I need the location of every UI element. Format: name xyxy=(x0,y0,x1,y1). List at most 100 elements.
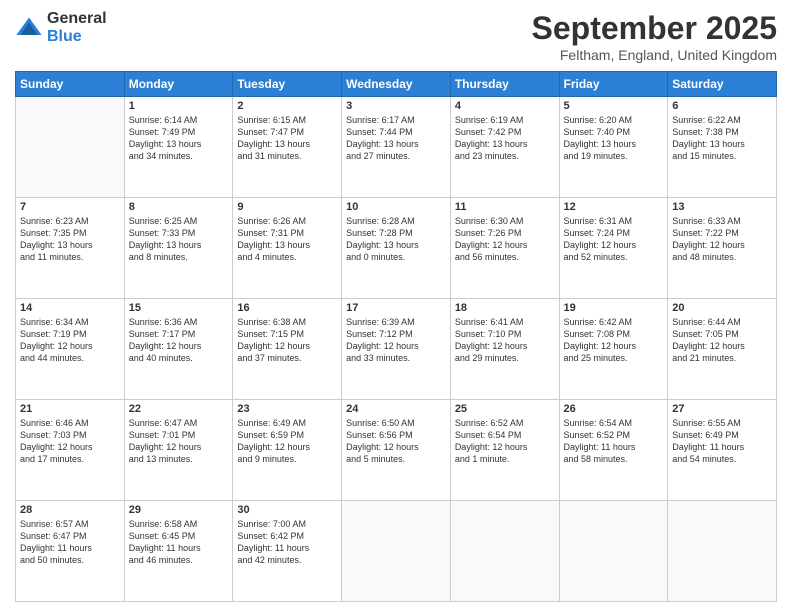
day-info: Sunrise: 6:15 AM Sunset: 7:47 PM Dayligh… xyxy=(237,114,337,163)
day-info: Sunrise: 6:28 AM Sunset: 7:28 PM Dayligh… xyxy=(346,215,446,264)
day-number: 30 xyxy=(237,504,337,516)
title-block: September 2025 Feltham, England, United … xyxy=(532,10,777,63)
day-info: Sunrise: 6:34 AM Sunset: 7:19 PM Dayligh… xyxy=(20,316,120,365)
day-info: Sunrise: 6:50 AM Sunset: 6:56 PM Dayligh… xyxy=(346,417,446,466)
day-number: 22 xyxy=(129,403,229,415)
table-row: 7Sunrise: 6:23 AM Sunset: 7:35 PM Daylig… xyxy=(16,198,125,299)
table-row: 21 Sunrise: 6:46 AM Sunset: 7:03 PM Dayli… xyxy=(16,400,125,501)
day-number: 17 xyxy=(346,302,446,314)
calendar-week-row: 7Sunrise: 6:23 AM Sunset: 7:35 PM Daylig… xyxy=(16,198,777,299)
calendar-week-row: 14 Sunrise: 6:34 AM Sunset: 7:19 PM Dayli… xyxy=(16,299,777,400)
day-number: 12 xyxy=(564,201,664,213)
day-info: Sunrise: 6:49 AM Sunset: 6:59 PM Dayligh… xyxy=(237,417,337,466)
day-info: Sunrise: 6:47 AM Sunset: 7:01 PM Dayligh… xyxy=(129,417,229,466)
day-number: 23 xyxy=(237,403,337,415)
day-number: 20 xyxy=(672,302,772,314)
day-number: 7 xyxy=(20,201,120,213)
logo-general: General xyxy=(47,10,107,28)
day-info: Sunrise: 6:54 AM Sunset: 6:52 PM Dayligh… xyxy=(564,417,664,466)
day-info: Sunrise: 6:31 AM Sunset: 7:24 PM Dayligh… xyxy=(564,215,664,264)
table-row: 28Sunrise: 6:57 AM Sunset: 6:47 PM Dayli… xyxy=(16,501,125,602)
table-row xyxy=(16,97,125,198)
table-row xyxy=(450,501,559,602)
day-number: 25 xyxy=(455,403,555,415)
table-row: 16 Sunrise: 6:38 AM Sunset: 7:15 PM Dayli… xyxy=(233,299,342,400)
calendar-week-row: 21 Sunrise: 6:46 AM Sunset: 7:03 PM Dayli… xyxy=(16,400,777,501)
day-info: Sunrise: 6:41 AM Sunset: 7:10 PM Dayligh… xyxy=(455,316,555,365)
table-row: 22 Sunrise: 6:47 AM Sunset: 7:01 PM Dayli… xyxy=(124,400,233,501)
header-thursday: Thursday xyxy=(450,72,559,97)
header-monday: Monday xyxy=(124,72,233,97)
day-number: 8 xyxy=(129,201,229,213)
table-row: 30 Sunrise: 7:00 AM Sunset: 6:42 PM Dayli… xyxy=(233,501,342,602)
table-row xyxy=(559,501,668,602)
table-row: 24 Sunrise: 6:50 AM Sunset: 6:56 PM Dayli… xyxy=(342,400,451,501)
day-info: Sunrise: 6:19 AM Sunset: 7:42 PM Dayligh… xyxy=(455,114,555,163)
table-row: 8 Sunrise: 6:25 AM Sunset: 7:33 PM Daylig… xyxy=(124,198,233,299)
title-month: September 2025 xyxy=(532,10,777,47)
table-row: 26 Sunrise: 6:54 AM Sunset: 6:52 PM Dayli… xyxy=(559,400,668,501)
day-number: 5 xyxy=(564,100,664,112)
table-row: 15Sunrise: 6:36 AM Sunset: 7:17 PM Dayli… xyxy=(124,299,233,400)
day-number: 3 xyxy=(346,100,446,112)
table-row xyxy=(668,501,777,602)
day-number: 18 xyxy=(455,302,555,314)
calendar-week-row: 1 Sunrise: 6:14 AM Sunset: 7:49 PM Daylig… xyxy=(16,97,777,198)
table-row: 29Sunrise: 6:58 AM Sunset: 6:45 PM Dayli… xyxy=(124,501,233,602)
day-number: 1 xyxy=(129,100,229,112)
table-row xyxy=(342,501,451,602)
day-number: 10 xyxy=(346,201,446,213)
table-row: 23 Sunrise: 6:49 AM Sunset: 6:59 PM Dayli… xyxy=(233,400,342,501)
day-info: Sunrise: 6:33 AM Sunset: 7:22 PM Dayligh… xyxy=(672,215,772,264)
day-number: 19 xyxy=(564,302,664,314)
day-info: Sunrise: 6:17 AM Sunset: 7:44 PM Dayligh… xyxy=(346,114,446,163)
day-number: 2 xyxy=(237,100,337,112)
logo-text: General Blue xyxy=(47,10,107,45)
title-location: Feltham, England, United Kingdom xyxy=(532,47,777,63)
table-row: 18 Sunrise: 6:41 AM Sunset: 7:10 PM Dayli… xyxy=(450,299,559,400)
table-row: 3 Sunrise: 6:17 AM Sunset: 7:44 PM Daylig… xyxy=(342,97,451,198)
calendar-table: Sunday Monday Tuesday Wednesday Thursday… xyxy=(15,71,777,602)
day-number: 21 xyxy=(20,403,120,415)
day-info: Sunrise: 6:46 AM Sunset: 7:03 PM Dayligh… xyxy=(20,417,120,466)
day-info: Sunrise: 6:20 AM Sunset: 7:40 PM Dayligh… xyxy=(564,114,664,163)
day-info: Sunrise: 6:25 AM Sunset: 7:33 PM Dayligh… xyxy=(129,215,229,264)
table-row: 17Sunrise: 6:39 AM Sunset: 7:12 PM Dayli… xyxy=(342,299,451,400)
logo-blue: Blue xyxy=(47,28,107,46)
day-number: 29 xyxy=(129,504,229,516)
day-number: 16 xyxy=(237,302,337,314)
day-number: 11 xyxy=(455,201,555,213)
day-info: Sunrise: 6:22 AM Sunset: 7:38 PM Dayligh… xyxy=(672,114,772,163)
day-number: 27 xyxy=(672,403,772,415)
day-number: 9 xyxy=(237,201,337,213)
day-info: Sunrise: 6:55 AM Sunset: 6:49 PM Dayligh… xyxy=(672,417,772,466)
day-info: Sunrise: 6:14 AM Sunset: 7:49 PM Dayligh… xyxy=(129,114,229,163)
table-row: 2 Sunrise: 6:15 AM Sunset: 7:47 PM Daylig… xyxy=(233,97,342,198)
table-row: 1 Sunrise: 6:14 AM Sunset: 7:49 PM Daylig… xyxy=(124,97,233,198)
day-number: 26 xyxy=(564,403,664,415)
day-info: Sunrise: 6:52 AM Sunset: 6:54 PM Dayligh… xyxy=(455,417,555,466)
table-row: 11Sunrise: 6:30 AM Sunset: 7:26 PM Dayli… xyxy=(450,198,559,299)
logo: General Blue xyxy=(15,10,107,45)
day-info: Sunrise: 6:38 AM Sunset: 7:15 PM Dayligh… xyxy=(237,316,337,365)
day-number: 13 xyxy=(672,201,772,213)
table-row: 6 Sunrise: 6:22 AM Sunset: 7:38 PM Daylig… xyxy=(668,97,777,198)
header-sunday: Sunday xyxy=(16,72,125,97)
day-number: 24 xyxy=(346,403,446,415)
calendar-week-row: 28Sunrise: 6:57 AM Sunset: 6:47 PM Dayli… xyxy=(16,501,777,602)
day-number: 15 xyxy=(129,302,229,314)
day-number: 14 xyxy=(20,302,120,314)
table-row: 4Sunrise: 6:19 AM Sunset: 7:42 PM Daylig… xyxy=(450,97,559,198)
header-saturday: Saturday xyxy=(668,72,777,97)
table-row: 12 Sunrise: 6:31 AM Sunset: 7:24 PM Dayli… xyxy=(559,198,668,299)
table-row: 5 Sunrise: 6:20 AM Sunset: 7:40 PM Daylig… xyxy=(559,97,668,198)
day-number: 6 xyxy=(672,100,772,112)
table-row: 13 Sunrise: 6:33 AM Sunset: 7:22 PM Dayli… xyxy=(668,198,777,299)
table-row: 27 Sunrise: 6:55 AM Sunset: 6:49 PM Dayli… xyxy=(668,400,777,501)
table-row: 25 Sunrise: 6:52 AM Sunset: 6:54 PM Dayli… xyxy=(450,400,559,501)
header-friday: Friday xyxy=(559,72,668,97)
day-info: Sunrise: 6:26 AM Sunset: 7:31 PM Dayligh… xyxy=(237,215,337,264)
table-row: 19Sunrise: 6:42 AM Sunset: 7:08 PM Dayli… xyxy=(559,299,668,400)
day-info: Sunrise: 7:00 AM Sunset: 6:42 PM Dayligh… xyxy=(237,518,337,567)
page: General Blue September 2025 Feltham, Eng… xyxy=(0,0,792,612)
